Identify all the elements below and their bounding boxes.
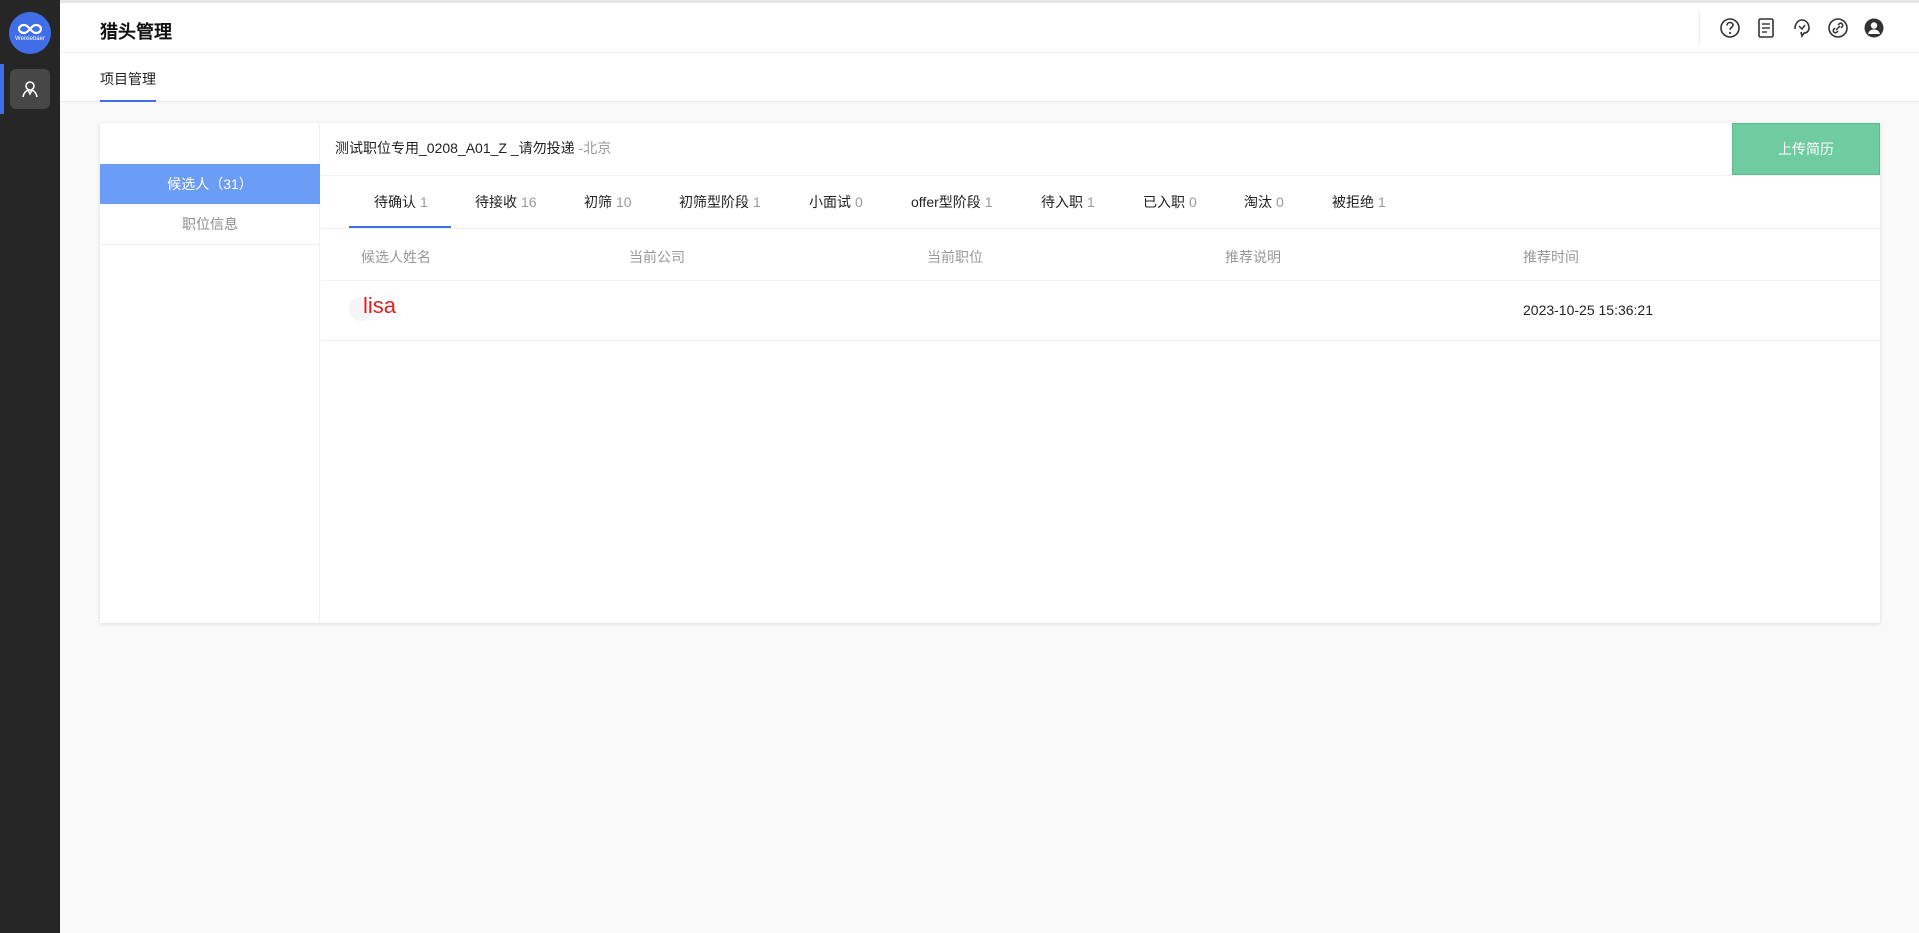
tab-small-interview[interactable]: 小面试 0 bbox=[809, 176, 863, 228]
infinity-logo-icon bbox=[17, 23, 43, 35]
column-header-time: 推荐时间 bbox=[1523, 249, 1579, 265]
job-title-line: 测试职位专用_0208_A01_Z _请勿投递 -北京 bbox=[335, 138, 611, 158]
active-stage-underline bbox=[349, 226, 451, 228]
logo-text: Weixiebaer bbox=[15, 36, 45, 42]
help-icon[interactable] bbox=[1718, 16, 1742, 40]
card-sidebar: 候选人（31） 职位信息 bbox=[100, 123, 320, 623]
tab-pending-confirm[interactable]: 待确认 1 bbox=[374, 176, 428, 228]
table-row[interactable]: lisa 2023-10-25 15:36:21 bbox=[321, 281, 1880, 341]
rail-active-indicator bbox=[0, 64, 4, 114]
job-city: -北京 bbox=[578, 140, 612, 156]
header-divider bbox=[60, 52, 1919, 53]
tab-project-management[interactable]: 项目管理 bbox=[100, 69, 156, 89]
rail-item-headhunter[interactable] bbox=[10, 69, 50, 109]
tab-initial-screen[interactable]: 初筛 10 bbox=[584, 176, 632, 228]
page-header: 猎头管理 项目管理 bbox=[60, 3, 1919, 102]
tab-offer-stage[interactable]: offer型阶段 1 bbox=[911, 176, 993, 228]
support-icon[interactable] bbox=[1790, 16, 1814, 40]
page-title: 猎头管理 bbox=[100, 22, 172, 42]
document-icon[interactable] bbox=[1754, 16, 1778, 40]
tab-pending-onboard[interactable]: 待入职 1 bbox=[1041, 176, 1095, 228]
tab-screen-stage[interactable]: 初筛型阶段 1 bbox=[679, 176, 761, 228]
table-header: 候选人姓名 当前公司 当前职位 推荐说明 推荐时间 bbox=[321, 229, 1880, 281]
project-card: 候选人（31） 职位信息 测试职位专用_0208_A01_Z _请勿投递 -北京… bbox=[100, 123, 1880, 623]
tab-eliminated[interactable]: 淘汰 0 bbox=[1244, 176, 1284, 228]
column-header-name: 候选人姓名 bbox=[361, 249, 431, 265]
left-rail: Weixiebaer bbox=[0, 0, 60, 933]
card-main: 测试职位专用_0208_A01_Z _请勿投递 -北京 上传简历 待确认 1 待接… bbox=[321, 123, 1880, 623]
column-header-company: 当前公司 bbox=[629, 249, 685, 265]
tab-rejected[interactable]: 被拒绝 1 bbox=[1332, 176, 1386, 228]
app-logo[interactable]: Weixiebaer bbox=[9, 12, 51, 54]
active-tab-underline bbox=[100, 100, 156, 102]
tab-pending-receive[interactable]: 待接收 16 bbox=[475, 176, 537, 228]
sidebar-item-candidates[interactable]: 候选人（31） bbox=[100, 164, 320, 204]
tab-onboarded[interactable]: 已入职 0 bbox=[1143, 176, 1197, 228]
link-icon[interactable] bbox=[1826, 16, 1850, 40]
stage-tabs: 待确认 1 待接收 16 初筛 10 初筛型阶段 1 小面试 0 offer型阶段 1 待入… bbox=[321, 176, 1880, 229]
header-toolbar bbox=[1718, 16, 1886, 40]
upload-resume-button[interactable]: 上传简历 bbox=[1732, 123, 1880, 175]
header-separator bbox=[1699, 11, 1700, 45]
user-icon[interactable] bbox=[1862, 16, 1886, 40]
sidebar-item-job-info[interactable]: 职位信息 bbox=[100, 204, 320, 245]
recommend-time: 2023-10-25 15:36:21 bbox=[1523, 302, 1653, 318]
column-header-position: 当前职位 bbox=[927, 249, 983, 265]
candidate-name[interactable]: lisa bbox=[363, 293, 396, 319]
job-title: 测试职位专用_0208_A01_Z _请勿投递 bbox=[335, 140, 575, 156]
column-header-note: 推荐说明 bbox=[1225, 249, 1281, 265]
headhunter-icon bbox=[22, 81, 38, 98]
